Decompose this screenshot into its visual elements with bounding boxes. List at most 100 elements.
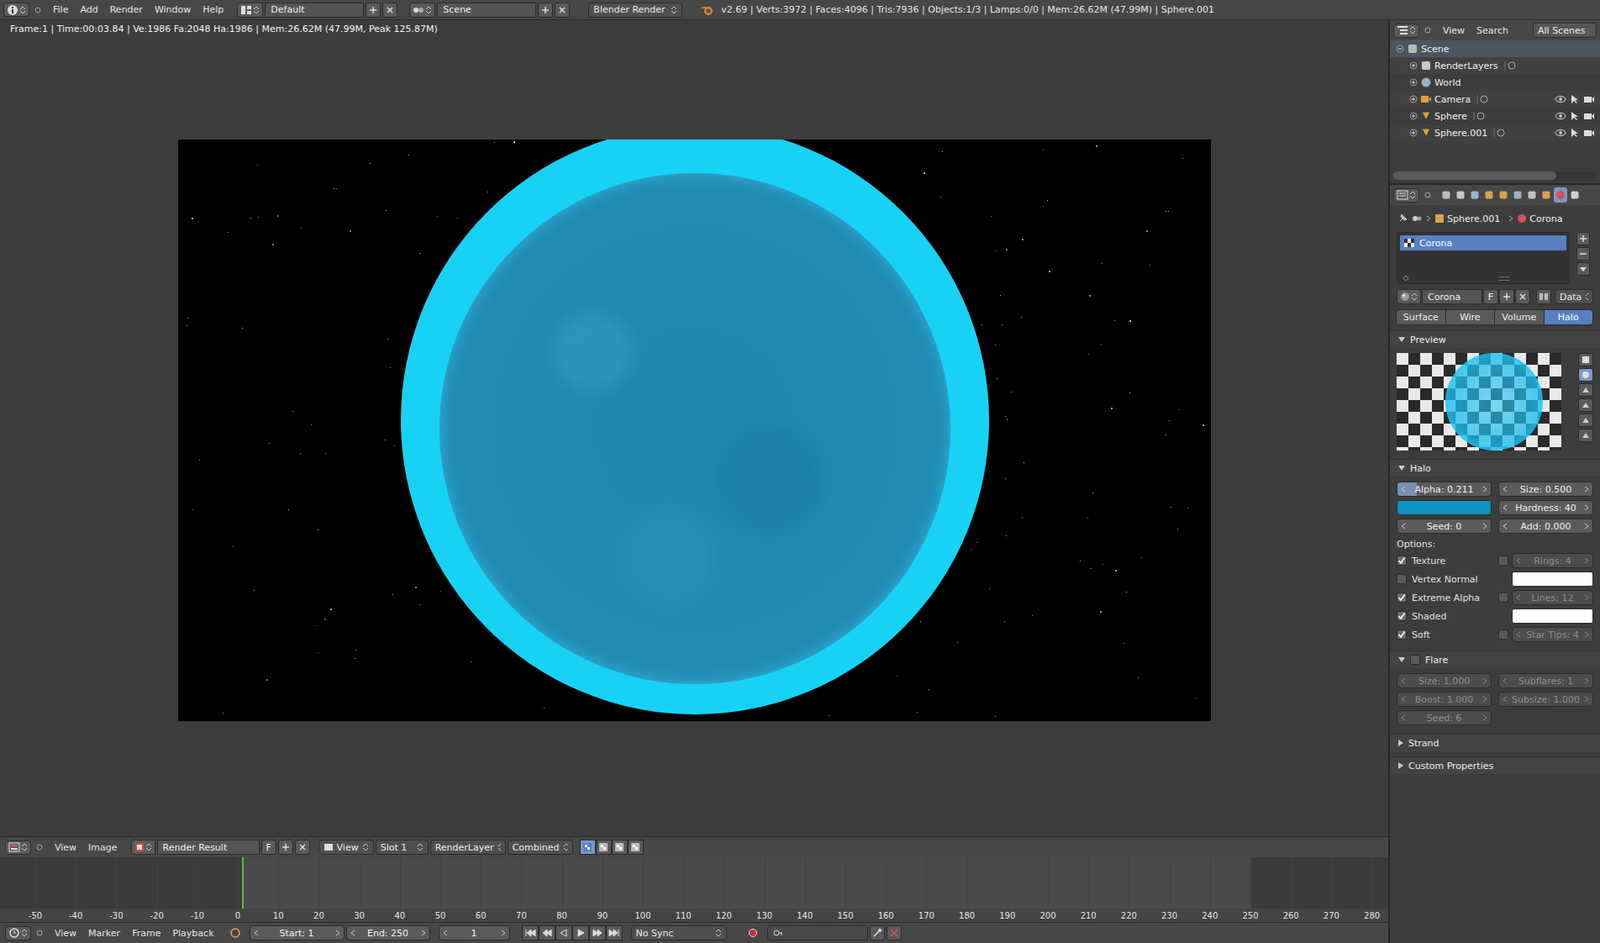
display-mode-button[interactable] bbox=[627, 839, 644, 855]
render-layer-dropdown[interactable]: RenderLayer bbox=[430, 839, 506, 855]
render-engine-dropdown[interactable]: Blender Render bbox=[588, 2, 683, 18]
preview-shape-button[interactable] bbox=[1578, 383, 1594, 397]
preview-shape-button[interactable] bbox=[1578, 413, 1594, 427]
new-material-button[interactable] bbox=[1499, 289, 1515, 305]
outliner-scrollbar[interactable] bbox=[1393, 171, 1597, 180]
editor-type-button[interactable] bbox=[1393, 188, 1420, 203]
outliner-row[interactable]: Scene bbox=[1389, 40, 1600, 58]
menu-item[interactable]: View bbox=[49, 840, 82, 855]
remove-slot-button[interactable] bbox=[1576, 247, 1590, 261]
editor-type-button[interactable] bbox=[5, 926, 32, 941]
outliner-row[interactable]: RenderLayers bbox=[1389, 57, 1600, 74]
next-keyframe-button[interactable] bbox=[589, 925, 606, 941]
material-type-tab[interactable]: Volume bbox=[1494, 309, 1545, 326]
camera-icon[interactable] bbox=[1583, 94, 1595, 105]
context-tab[interactable] bbox=[1539, 187, 1553, 203]
material-type-tab[interactable]: Halo bbox=[1543, 309, 1595, 326]
display-mode-button[interactable] bbox=[611, 839, 628, 855]
number-field[interactable]: Subflares: 1 bbox=[1498, 673, 1594, 689]
display-mode-button[interactable] bbox=[595, 839, 612, 855]
halo-panel-header[interactable]: Halo bbox=[1389, 458, 1600, 477]
preview-range-button[interactable] bbox=[227, 925, 243, 941]
context-tab[interactable] bbox=[1568, 187, 1582, 203]
insert-keyframe-button[interactable] bbox=[869, 925, 885, 941]
new-image-button[interactable] bbox=[278, 839, 294, 855]
slot-dropdown[interactable]: Slot 1 bbox=[375, 839, 429, 855]
preview-panel-header[interactable]: Preview bbox=[1389, 330, 1600, 348]
number-field[interactable]: Hardness: 40 bbox=[1498, 500, 1594, 516]
add-slot-button[interactable] bbox=[1576, 231, 1590, 246]
add-layout-button[interactable] bbox=[365, 2, 381, 18]
material-slot[interactable]: Corona bbox=[1400, 235, 1567, 251]
play-reverse-button[interactable] bbox=[555, 925, 573, 941]
end-frame-field[interactable]: End: 250 bbox=[346, 925, 431, 941]
menu-item[interactable]: Render bbox=[105, 2, 148, 17]
camera-icon[interactable] bbox=[1583, 110, 1595, 122]
prev-keyframe-button[interactable] bbox=[538, 925, 556, 941]
number-field[interactable]: Boost: 1.000 bbox=[1396, 691, 1492, 707]
disclosure-icon[interactable] bbox=[1409, 94, 1418, 104]
number-field[interactable]: Alpha: 0.211 bbox=[1396, 481, 1492, 497]
number-field[interactable]: Seed: 0 bbox=[1396, 518, 1492, 534]
editor-type-button[interactable] bbox=[1393, 23, 1420, 38]
scene-browse[interactable] bbox=[409, 2, 436, 18]
extra-toggle[interactable] bbox=[1498, 555, 1509, 566]
preview-shape-button[interactable] bbox=[1578, 368, 1594, 382]
delete-layout-button[interactable] bbox=[382, 2, 398, 18]
collapse-icon[interactable] bbox=[36, 929, 43, 937]
color-swatch[interactable] bbox=[1511, 608, 1594, 624]
disclosure-icon[interactable] bbox=[1409, 78, 1418, 87]
menu-item[interactable]: Window bbox=[149, 2, 196, 17]
delete-scene-button[interactable] bbox=[554, 2, 570, 18]
current-frame-line[interactable] bbox=[242, 857, 244, 909]
eye-icon[interactable] bbox=[1554, 127, 1567, 138]
number-field[interactable]: Lines: 12 bbox=[1511, 589, 1594, 606]
keying-set-field[interactable] bbox=[767, 925, 869, 941]
disclosure-icon[interactable] bbox=[1395, 44, 1405, 53]
context-tab[interactable] bbox=[1496, 187, 1511, 203]
collapse-icon[interactable] bbox=[1424, 26, 1432, 34]
record-button[interactable] bbox=[745, 925, 761, 941]
material-type-tab[interactable]: Surface bbox=[1395, 309, 1447, 326]
extra-toggle[interactable] bbox=[1498, 592, 1509, 603]
view-dropdown[interactable]: View bbox=[318, 839, 374, 855]
extra-toggle[interactable] bbox=[1498, 629, 1509, 640]
material-name-field[interactable]: Corona bbox=[1421, 289, 1483, 305]
option-checkbox[interactable]: Soft bbox=[1396, 626, 1492, 643]
menu-item[interactable]: Search bbox=[1471, 23, 1514, 38]
flare-panel-header[interactable]: Flare bbox=[1389, 650, 1600, 669]
collapse-icon[interactable] bbox=[36, 843, 43, 851]
jump-end-button[interactable] bbox=[605, 925, 623, 941]
context-tab[interactable] bbox=[1439, 187, 1453, 203]
timeline[interactable]: -50-40-30-20-100102030405060708090100110… bbox=[0, 857, 1389, 922]
sync-dropdown[interactable]: No Sync bbox=[631, 925, 727, 941]
material-type-tab[interactable]: Wire bbox=[1445, 309, 1496, 326]
color-swatch[interactable] bbox=[1511, 571, 1594, 587]
editor-type-button[interactable] bbox=[5, 840, 32, 855]
layout-browse[interactable] bbox=[236, 2, 264, 18]
menu-item[interactable]: File bbox=[47, 2, 74, 17]
unlink-material-button[interactable] bbox=[1515, 289, 1531, 305]
context-tab[interactable] bbox=[1510, 187, 1525, 203]
context-tab[interactable] bbox=[1553, 187, 1568, 203]
menu-item[interactable]: Help bbox=[197, 2, 229, 17]
display-filter-dropdown[interactable]: All Scenes bbox=[1532, 22, 1597, 38]
start-frame-field[interactable]: Start: 1 bbox=[249, 925, 345, 941]
menu-item[interactable]: Playback bbox=[167, 926, 219, 941]
menu-item[interactable]: Marker bbox=[83, 926, 126, 941]
preview-shape-button[interactable] bbox=[1578, 398, 1594, 412]
menu-item[interactable]: View bbox=[49, 926, 82, 941]
halo-color-swatch[interactable] bbox=[1396, 500, 1492, 516]
unlink-image-button[interactable] bbox=[294, 839, 311, 855]
filter-icon[interactable] bbox=[1403, 275, 1409, 281]
menu-item[interactable]: Frame bbox=[126, 926, 166, 941]
context-tab[interactable] bbox=[1525, 187, 1539, 203]
eye-icon[interactable] bbox=[1554, 94, 1567, 105]
editor-type-button[interactable] bbox=[3, 2, 30, 17]
image-browse[interactable] bbox=[131, 839, 156, 855]
cursor-icon[interactable] bbox=[1568, 110, 1581, 122]
menu-item[interactable]: Add bbox=[74, 2, 103, 17]
option-checkbox[interactable]: Vertex Normal bbox=[1396, 571, 1492, 587]
option-checkbox[interactable]: Shaded bbox=[1396, 608, 1492, 624]
collapsed-panel-header[interactable]: Strand bbox=[1389, 733, 1600, 752]
